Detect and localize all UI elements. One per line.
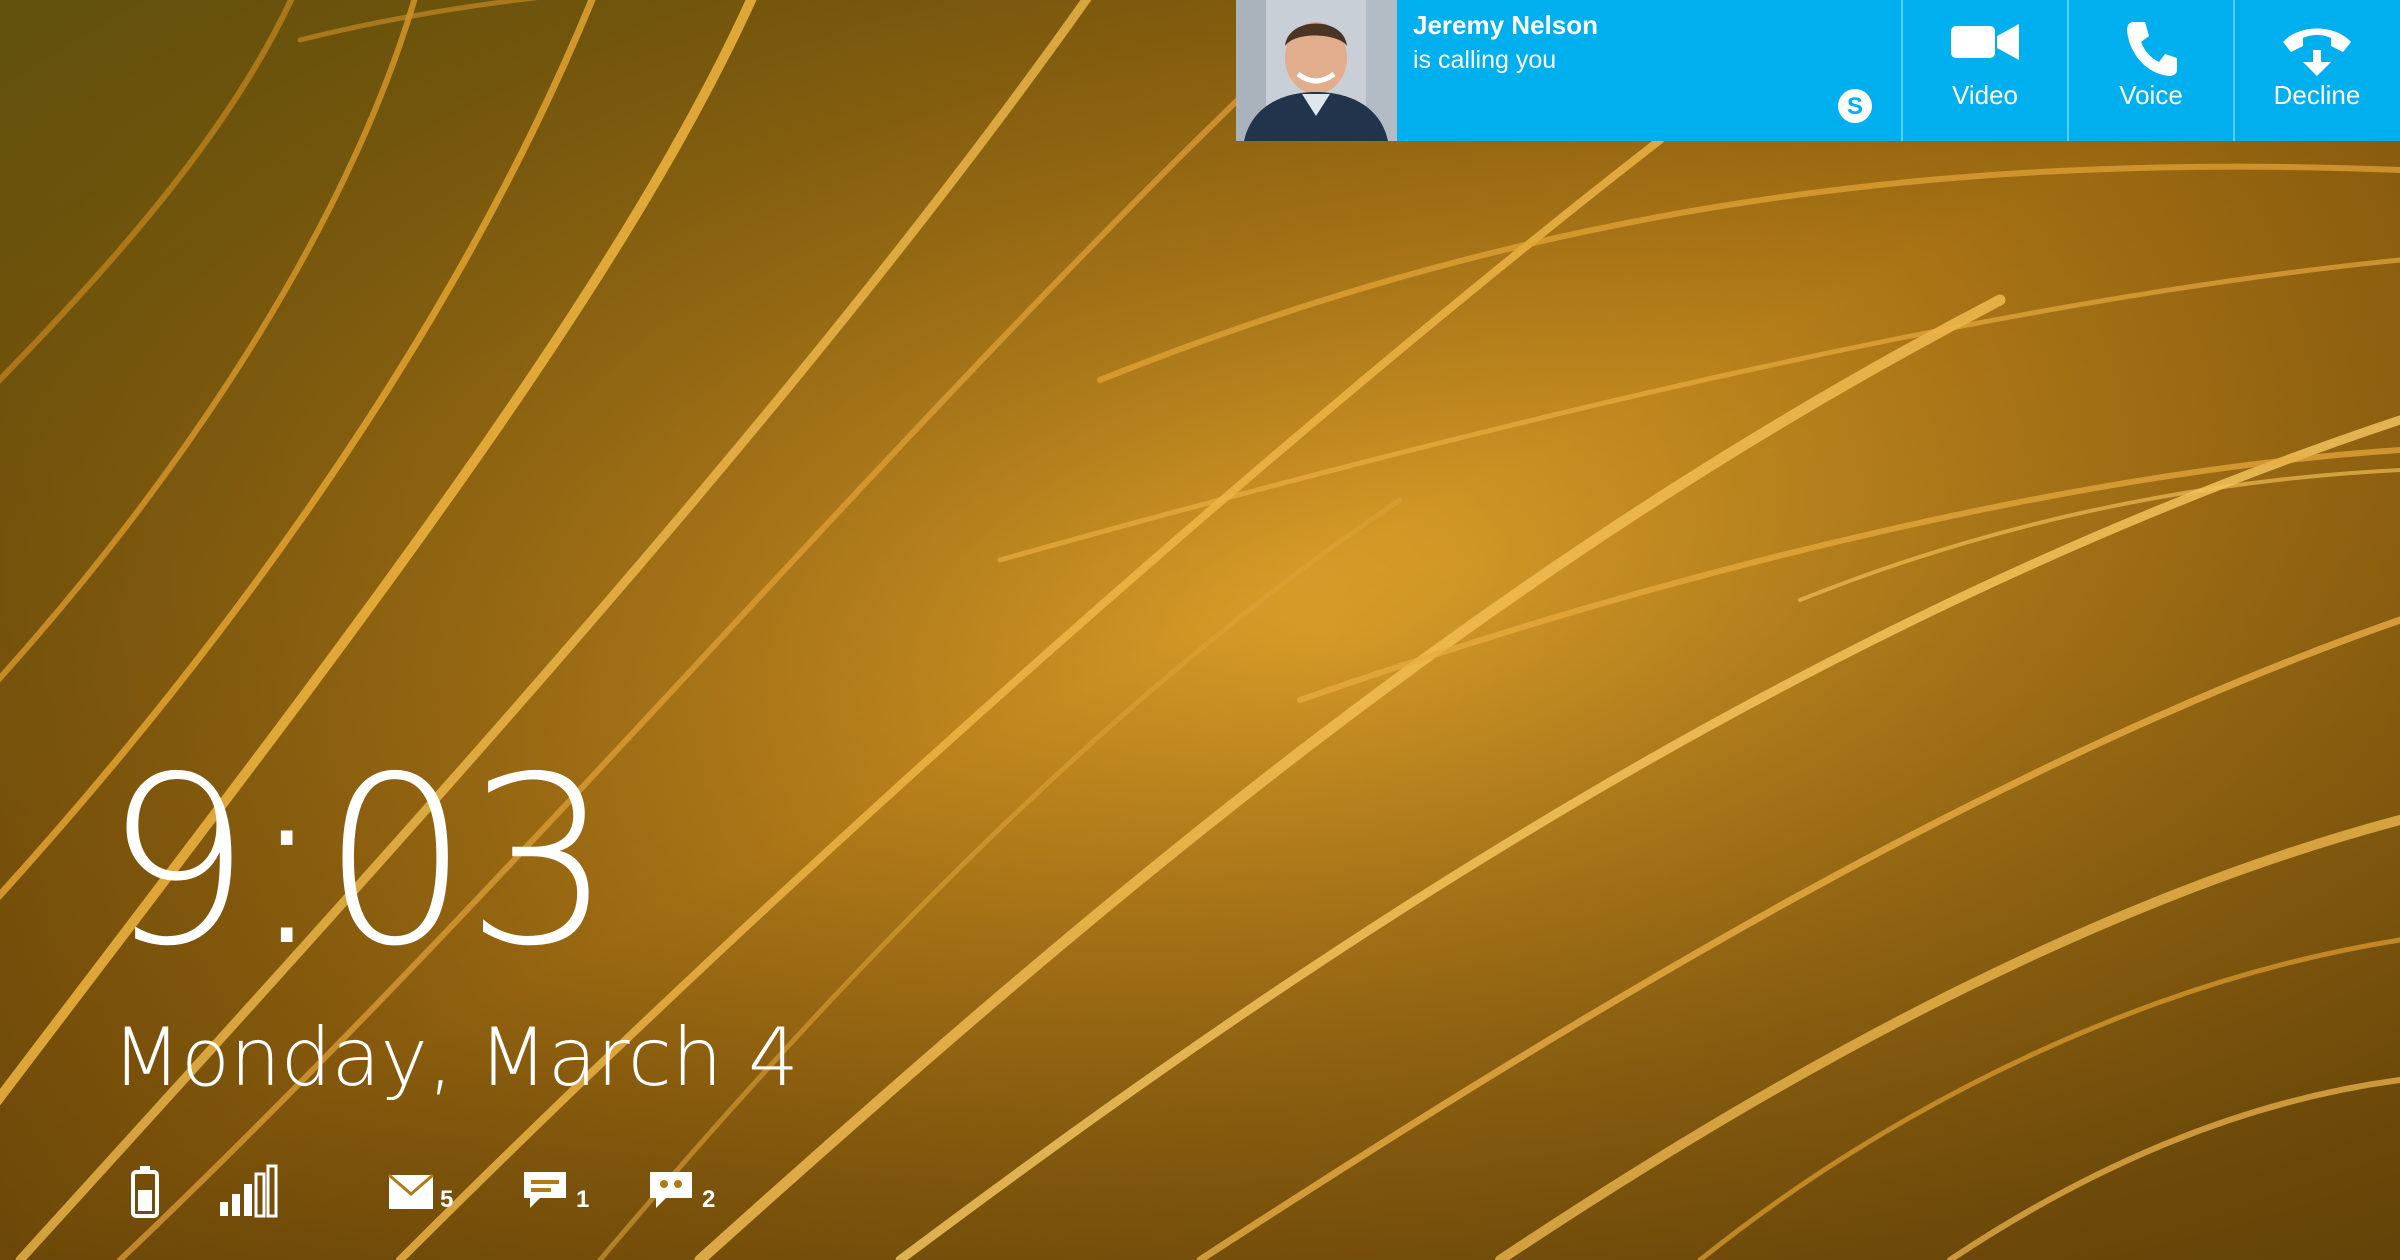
mail-count: 5 [440,1186,454,1213]
chat-icon [650,1172,692,1208]
video-camera-icon [1951,24,2019,60]
video-call-button[interactable]: Video [1901,0,2067,141]
hang-up-icon [2283,28,2351,76]
lock-screen-time: 9:03 [104,727,613,997]
svg-text:S: S [1847,93,1863,120]
battery-icon [131,1166,159,1218]
lock-screen[interactable]: Jeremy Nelson is calling you S Video Voi… [0,0,2400,1260]
voice-label: Voice [2119,80,2183,110]
caller-info[interactable]: Jeremy Nelson is calling you S [1397,0,1901,141]
lock-screen-date: Monday, March 4 [112,1011,799,1104]
decline-label: Decline [2273,80,2361,110]
video-label: Video [1951,80,2019,110]
chat-status: 2 [648,1162,728,1222]
caller-status: is calling you [1413,46,1557,74]
mail-icon [388,1174,434,1209]
message-status: 1 [522,1162,602,1222]
message-icon [524,1172,566,1208]
chat-count: 2 [702,1186,716,1213]
mail-status: 5 [388,1162,468,1222]
signal-bars-icon [220,1164,278,1218]
caller-avatar [1236,0,1397,141]
message-count: 1 [576,1186,590,1213]
incoming-call-toast[interactable]: Jeremy Nelson is calling you S Video Voi… [1236,0,2400,141]
status-row: 5 1 2 [126,1162,826,1222]
voice-call-button[interactable]: Voice [2067,0,2233,141]
phone-icon [2127,22,2177,76]
caller-name: Jeremy Nelson [1413,10,1598,40]
skype-icon: S [1838,89,1872,123]
decline-call-button[interactable]: Decline [2233,0,2399,141]
